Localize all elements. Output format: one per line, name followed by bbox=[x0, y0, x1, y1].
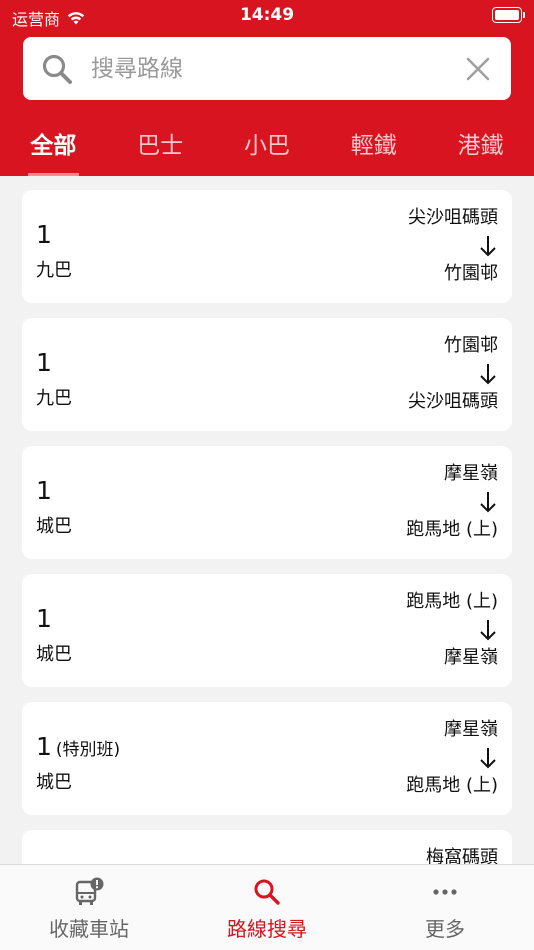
tab-light-rail[interactable]: 輕鐵 bbox=[320, 118, 427, 176]
close-icon[interactable] bbox=[465, 56, 491, 82]
route-number: 1 (特別班) bbox=[36, 732, 120, 761]
more-dots-icon bbox=[433, 889, 457, 895]
tab-bus[interactable]: 巴士 bbox=[107, 118, 214, 176]
route-direction: 竹園邨 尖沙咀碼頭 bbox=[408, 332, 498, 416]
search-icon bbox=[254, 879, 280, 905]
route-origin: 摩星嶺 bbox=[444, 463, 498, 484]
route-direction: 尖沙咀碼頭 竹園邨 bbox=[408, 204, 498, 288]
route-number-text: 1 bbox=[36, 476, 52, 505]
route-origin: 跑馬地 (上) bbox=[406, 591, 498, 612]
route-number: 1 bbox=[36, 348, 52, 377]
route-origin: 梅窩碼頭 bbox=[426, 847, 498, 864]
route-destination: 跑馬地 (上) bbox=[406, 519, 498, 540]
route-operator: 九巴 bbox=[36, 260, 72, 281]
tab-all[interactable]: 全部 bbox=[0, 118, 107, 176]
route-operator: 城巴 bbox=[36, 772, 72, 793]
route-card[interactable]: 1 城巴 摩星嶺 跑馬地 (上) bbox=[22, 446, 512, 559]
category-tabs: 全部 巴士 小巴 輕鐵 港鐵 bbox=[0, 118, 534, 176]
route-card[interactable]: 1 城巴 跑馬地 (上) 摩星嶺 bbox=[22, 574, 512, 687]
nav-saved-stops[interactable]: 收藏車站 bbox=[0, 865, 178, 950]
status-time: 14:49 bbox=[239, 5, 295, 25]
tab-minibus[interactable]: 小巴 bbox=[214, 118, 321, 176]
nav-route-search[interactable]: 路線搜尋 bbox=[178, 865, 356, 950]
route-direction: 摩星嶺 跑馬地 (上) bbox=[406, 460, 498, 544]
status-bar: 运营商 14:49 bbox=[0, 0, 534, 32]
route-number: 1 bbox=[36, 220, 52, 249]
arrow-down-icon bbox=[480, 492, 496, 513]
route-card[interactable]: 1 九巴 尖沙咀碼頭 竹園邨 bbox=[22, 190, 512, 303]
route-card[interactable]: 1 九巴 竹園邨 尖沙咀碼頭 bbox=[22, 318, 512, 431]
route-direction: 梅窩碼頭 bbox=[426, 844, 498, 864]
route-destination: 摩星嶺 bbox=[444, 647, 498, 668]
nav-label: 路線搜尋 bbox=[227, 917, 307, 941]
route-operator: 城巴 bbox=[36, 644, 72, 665]
route-direction: 跑馬地 (上) 摩星嶺 bbox=[406, 588, 498, 672]
route-origin: 摩星嶺 bbox=[444, 719, 498, 740]
route-origin: 竹園邨 bbox=[444, 335, 498, 356]
nav-label: 更多 bbox=[425, 917, 465, 941]
search-box bbox=[23, 37, 511, 100]
app-header: 运营商 14:49 全部 巴士 小巴 輕鐵 港鐵 bbox=[0, 0, 534, 176]
route-number-text: 1 bbox=[36, 220, 52, 249]
route-number: 1 bbox=[36, 604, 52, 633]
arrow-down-icon bbox=[480, 236, 496, 257]
route-card[interactable]: 1 (特別班) 城巴 摩星嶺 跑馬地 (上) bbox=[22, 702, 512, 815]
battery-icon bbox=[492, 7, 525, 23]
arrow-down-icon bbox=[480, 620, 496, 641]
search-icon bbox=[42, 54, 72, 84]
route-card[interactable]: 梅窩碼頭 bbox=[22, 830, 512, 864]
bus-alert-icon bbox=[75, 877, 104, 905]
arrow-down-icon bbox=[480, 748, 496, 769]
arrow-down-icon bbox=[480, 364, 496, 385]
nav-label: 收藏車站 bbox=[49, 917, 129, 941]
route-number-text: 1 bbox=[36, 604, 52, 633]
search-input[interactable] bbox=[91, 37, 451, 100]
route-direction: 摩星嶺 跑馬地 (上) bbox=[406, 716, 498, 800]
bottom-nav: 收藏車站 路線搜尋 更多 bbox=[0, 864, 534, 950]
route-operator: 九巴 bbox=[36, 388, 72, 409]
route-destination: 竹園邨 bbox=[444, 263, 498, 284]
route-note: (特別班) bbox=[55, 740, 121, 760]
route-operator: 城巴 bbox=[36, 516, 72, 537]
route-number-text: 1 bbox=[36, 348, 52, 377]
nav-more[interactable]: 更多 bbox=[356, 865, 534, 950]
route-number: 1 bbox=[36, 476, 52, 505]
route-destination: 跑馬地 (上) bbox=[406, 775, 498, 796]
tab-mtr[interactable]: 港鐵 bbox=[427, 118, 534, 176]
route-number-text: 1 bbox=[36, 732, 52, 761]
route-origin: 尖沙咀碼頭 bbox=[408, 207, 498, 228]
route-destination: 尖沙咀碼頭 bbox=[408, 391, 498, 412]
route-list: 1 九巴 尖沙咀碼頭 竹園邨 1 九巴 竹園邨 尖沙咀碼頭 1 城巴 摩星嶺 跑… bbox=[0, 176, 534, 864]
